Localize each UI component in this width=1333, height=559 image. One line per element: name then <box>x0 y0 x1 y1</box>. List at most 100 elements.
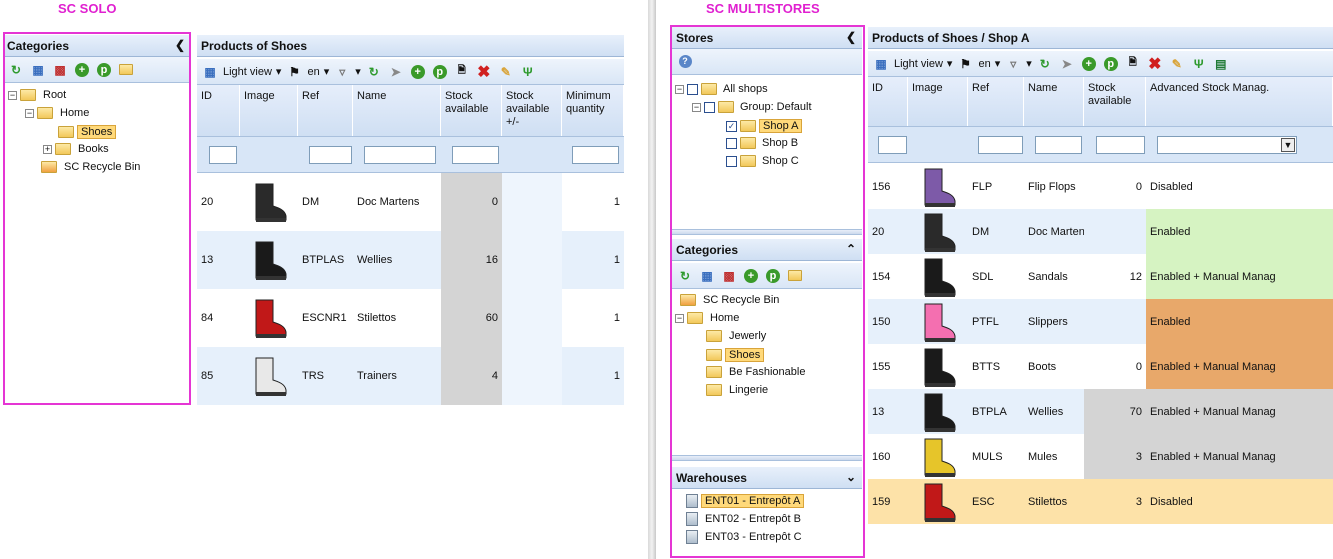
chevron-down-icon[interactable]: ▾ <box>1026 57 1032 70</box>
col-header-image[interactable]: Image <box>908 77 968 126</box>
table-row[interactable]: 155 BTTS Boots 0 Enabled + Manual Manag <box>868 344 1333 389</box>
cell-min-qty[interactable]: 1 <box>562 173 624 231</box>
fork-icon[interactable]: Ψ <box>519 63 537 81</box>
cell-stock[interactable]: 0 <box>1084 164 1146 209</box>
chevron-down-icon[interactable]: ▾ <box>324 65 330 78</box>
cell-stock-delta[interactable] <box>502 347 562 405</box>
cell-stock[interactable]: 0 <box>441 173 502 231</box>
chevron-down-icon[interactable]: ▼ <box>1281 138 1295 152</box>
fork-icon[interactable]: Ψ <box>1190 55 1208 73</box>
col-header-name[interactable]: Name <box>353 85 441 136</box>
cell-adv-stock[interactable]: Enabled + Manual Manag <box>1146 254 1333 299</box>
col-header-stock[interactable]: Stock available <box>1084 77 1146 126</box>
table-row[interactable]: 13 BTPLA Wellies 70 Enabled + Manual Manag <box>868 389 1333 434</box>
delete-icon[interactable]: ✖ <box>1146 55 1164 73</box>
table-row[interactable]: 150 PTFL Slippers Enabled <box>868 299 1333 344</box>
cell-stock[interactable] <box>1084 209 1146 254</box>
edit-icon[interactable]: ✎ <box>1168 55 1186 73</box>
add-icon[interactable]: + <box>409 63 427 81</box>
table-row[interactable]: 160 MULS Mules 3 Enabled + Manual Manag <box>868 434 1333 479</box>
chevron-down-icon[interactable]: ▾ <box>947 57 953 70</box>
light-view-select[interactable]: Light view <box>223 66 272 78</box>
table-row[interactable]: 84 ESCNR1 Stilettos 60 1 <box>197 289 624 347</box>
filter-adv-select[interactable]: ▼ <box>1157 136 1297 154</box>
table-row[interactable]: 85 TRS Trainers 4 1 <box>197 347 624 405</box>
chevron-down-icon[interactable]: ▾ <box>276 65 282 78</box>
col-header-id[interactable]: ID <box>868 77 908 126</box>
filter-icon[interactable]: ▿ <box>1004 55 1022 73</box>
col-header-adv-stock[interactable]: Advanced Stock Manag. <box>1146 77 1333 126</box>
cell-stock[interactable]: 60 <box>441 289 502 347</box>
cell-stock[interactable]: 70 <box>1084 389 1146 434</box>
cell-stock[interactable] <box>1084 299 1146 344</box>
chevron-down-icon[interactable]: ▾ <box>355 65 361 78</box>
table-row[interactable]: 156 FLP Flip Flops 0 Disabled <box>868 164 1333 209</box>
add-icon[interactable]: + <box>1080 55 1098 73</box>
col-header-name[interactable]: Name <box>1024 77 1084 126</box>
filter-id-input[interactable] <box>878 136 907 154</box>
filter-name-input[interactable] <box>364 146 436 164</box>
language-select[interactable]: en <box>978 58 990 70</box>
cell-adv-stock[interactable]: Enabled <box>1146 209 1333 254</box>
chevron-down-icon[interactable]: ▾ <box>995 57 1001 70</box>
cell-adv-stock[interactable]: Enabled + Manual Manag <box>1146 389 1333 434</box>
cell-name: Trainers <box>357 370 397 382</box>
cell-id: 20 <box>872 225 885 238</box>
page-icon[interactable]: 🗎 <box>1124 55 1142 73</box>
cell-adv-stock[interactable]: Disabled <box>1146 164 1333 209</box>
cell-stock[interactable]: 3 <box>1084 479 1146 524</box>
cell-min-qty[interactable]: 1 <box>562 347 624 405</box>
col-header-image[interactable]: Image <box>240 85 298 136</box>
add-p-icon[interactable]: p <box>431 63 449 81</box>
cell-adv-stock[interactable]: Disabled <box>1146 479 1333 524</box>
cell-stock[interactable]: 16 <box>441 231 502 289</box>
cell-stock-delta[interactable] <box>502 231 562 289</box>
refresh-icon[interactable]: ↻ <box>1036 55 1054 73</box>
cell-adv-stock[interactable]: Enabled + Manual Manag <box>1146 434 1333 479</box>
edit-icon[interactable]: ✎ <box>497 63 515 81</box>
col-header-stock[interactable]: Stock available <box>441 85 502 136</box>
product-thumbnail <box>240 347 298 405</box>
table-row[interactable]: 13 BTPLAS Wellies 16 1 <box>197 231 624 289</box>
table-row[interactable]: 20 DM Doc Martens Enabled <box>868 209 1333 254</box>
filter-min-input[interactable] <box>572 146 619 164</box>
filter-icon[interactable]: ▿ <box>333 63 351 81</box>
col-header-ref[interactable]: Ref <box>968 77 1024 126</box>
cell-min-qty[interactable]: 1 <box>562 289 624 347</box>
col-header-stock-delta[interactable]: Stock available +/- <box>502 85 562 136</box>
cell-min-qty[interactable]: 1 <box>562 231 624 289</box>
cell-ref: ESC <box>972 495 995 508</box>
cell-id: 150 <box>872 315 891 328</box>
cell-stock[interactable]: 4 <box>441 347 502 405</box>
col-header-id[interactable]: ID <box>197 85 240 136</box>
light-view-select[interactable]: Light view <box>894 58 943 70</box>
language-select[interactable]: en <box>307 66 319 78</box>
cell-name: Stilettos <box>357 312 397 324</box>
cursor-icon[interactable]: ➤ <box>1058 55 1076 73</box>
cell-stock[interactable]: 12 <box>1084 254 1146 299</box>
col-header-min-qty[interactable]: Minimum quantity <box>562 85 624 136</box>
page-icon[interactable]: 🗎 <box>453 63 471 81</box>
filter-ref-input[interactable] <box>309 146 352 164</box>
cell-adv-stock[interactable]: Enabled <box>1146 299 1333 344</box>
filter-id-input[interactable] <box>209 146 237 164</box>
cursor-icon[interactable]: ➤ <box>387 63 405 81</box>
filter-stock-input[interactable] <box>1096 136 1145 154</box>
table-row[interactable]: 154 SDL Sandals 12 Enabled + Manual Manag <box>868 254 1333 299</box>
filter-stock-input[interactable] <box>452 146 499 164</box>
cell-adv-stock[interactable]: Enabled + Manual Manag <box>1146 344 1333 389</box>
cell-stock-delta[interactable] <box>502 289 562 347</box>
add-p-icon[interactable]: p <box>1102 55 1120 73</box>
filter-ref-input[interactable] <box>978 136 1023 154</box>
cell-stock[interactable]: 0 <box>1084 344 1146 389</box>
refresh-icon[interactable]: ↻ <box>365 63 383 81</box>
multi-products-title: Products of Shoes / Shop A <box>868 27 1333 49</box>
excel-icon[interactable]: ▤ <box>1212 55 1230 73</box>
table-row[interactable]: 159 ESC Stilettos 3 Disabled <box>868 479 1333 524</box>
delete-icon[interactable]: ✖ <box>475 63 493 81</box>
filter-name-input[interactable] <box>1035 136 1082 154</box>
col-header-ref[interactable]: Ref <box>298 85 353 136</box>
cell-stock-delta[interactable] <box>502 173 562 231</box>
table-row[interactable]: 20 DM Doc Martens 0 1 <box>197 173 624 231</box>
cell-stock[interactable]: 3 <box>1084 434 1146 479</box>
